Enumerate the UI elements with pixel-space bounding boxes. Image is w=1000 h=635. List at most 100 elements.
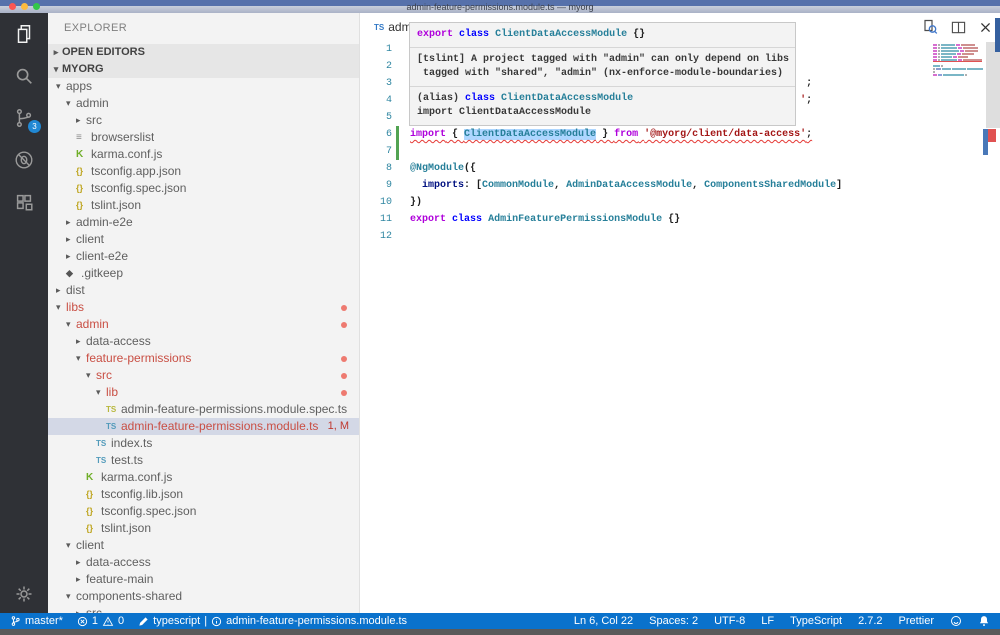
ts-file-icon: TS xyxy=(96,435,111,452)
hover-tooltip: export class ClientDataAccessModule {} [… xyxy=(409,22,796,126)
gutter-change-indicator xyxy=(392,228,401,245)
tree-item[interactable]: ▾apps xyxy=(48,78,359,95)
close-icon[interactable] xyxy=(979,21,992,34)
code-token: ClientDataAccessModule xyxy=(501,93,633,104)
search-icon[interactable] xyxy=(0,55,48,97)
tree-item-label: src xyxy=(86,112,102,129)
chevron-down-icon: ▾ xyxy=(66,316,76,333)
tree-item[interactable]: Kkarma.conf.js xyxy=(48,146,359,163)
tree-item[interactable]: ▾admin xyxy=(48,95,359,112)
tree-item[interactable]: TSadmin-feature-permissions.module.spec.… xyxy=(48,401,359,418)
tree-item[interactable]: ▸data-access xyxy=(48,554,359,571)
tree-item[interactable]: {}tslint.json xyxy=(48,520,359,537)
tree-item[interactable]: ▸client xyxy=(48,231,359,248)
tree-item[interactable]: ▾admin xyxy=(48,316,359,333)
tree-item[interactable]: TSindex.ts xyxy=(48,435,359,452)
tree-item[interactable]: ▾lib xyxy=(48,384,359,401)
tree-item[interactable]: {}tsconfig.spec.json xyxy=(48,503,359,520)
minimap-row xyxy=(933,59,983,61)
tree-item[interactable]: ▸src xyxy=(48,112,359,129)
extensions-icon[interactable] xyxy=(0,181,48,223)
tree-item[interactable]: ≡browserslist xyxy=(48,129,359,146)
code-token: {} xyxy=(662,214,680,225)
karma-file-icon: K xyxy=(76,146,91,163)
tree-item[interactable]: TStest.ts xyxy=(48,452,359,469)
tree-item[interactable]: {}tsconfig.spec.json xyxy=(48,180,359,197)
status-item[interactable]: Spaces: 2 xyxy=(649,615,698,627)
zoom-window-button[interactable] xyxy=(33,3,40,10)
code-line[interactable]: 10}) xyxy=(360,194,1000,211)
notifications-bell-icon[interactable] xyxy=(978,615,990,627)
minimap[interactable] xyxy=(933,44,983,80)
branch-label: master* xyxy=(25,615,63,627)
open-changes-icon[interactable] xyxy=(922,19,938,35)
tree-item[interactable]: ▸data-access xyxy=(48,333,359,350)
code-line-text: imports: [CommonModule, AdminDataAccessM… xyxy=(401,177,842,194)
tree-item[interactable]: Kkarma.conf.js xyxy=(48,469,359,486)
chevron-down-icon: ▾ xyxy=(86,367,96,384)
tree-item[interactable]: {}tslint.json xyxy=(48,197,359,214)
problems-status[interactable]: 1 0 xyxy=(77,615,124,627)
settings-gear-icon[interactable] xyxy=(0,585,48,603)
split-editor-icon[interactable] xyxy=(951,20,966,35)
linter-status[interactable]: typescript | admin-feature-permissions.m… xyxy=(138,615,407,627)
tree-item-label: dist xyxy=(66,282,85,299)
tree-item[interactable]: ▸admin-e2e xyxy=(48,214,359,231)
section-myorg[interactable]: ▾ MYORG xyxy=(48,61,359,78)
minimap-segment xyxy=(933,56,937,58)
tree-item[interactable]: {}tsconfig.lib.json xyxy=(48,486,359,503)
status-item[interactable]: TypeScript xyxy=(790,615,842,627)
tree-item-label: apps xyxy=(66,78,92,95)
minimap-segment xyxy=(952,68,967,70)
line-number: 8 xyxy=(360,160,392,177)
tree-item[interactable]: ◆.gitkeep xyxy=(48,265,359,282)
tree-item-label: feature-main xyxy=(86,571,153,588)
code-token: } xyxy=(596,129,614,140)
section-open-editors[interactable]: ▸ OPEN EDITORS xyxy=(48,44,359,61)
tree-item[interactable]: TSadmin-feature-permissions.module.ts1, … xyxy=(48,418,359,435)
tree-item[interactable]: ▸client-e2e xyxy=(48,248,359,265)
minimize-window-button[interactable] xyxy=(21,3,28,10)
tree-item[interactable]: ▾src xyxy=(48,367,359,384)
tree-item[interactable]: ▾client xyxy=(48,537,359,554)
code-token: { xyxy=(446,129,464,140)
code-area[interactable]: 123;4';56import { ClientDataAccessModule… xyxy=(360,41,1000,613)
tree-item[interactable]: ▾libs xyxy=(48,299,359,316)
minimap-segment xyxy=(958,47,962,49)
tree-item[interactable]: ▾feature-permissions xyxy=(48,350,359,367)
status-item[interactable]: Prettier xyxy=(899,615,934,627)
overview-ruler[interactable] xyxy=(986,42,1000,128)
close-window-button[interactable] xyxy=(9,3,16,10)
status-item[interactable]: LF xyxy=(761,615,774,627)
tree-item[interactable]: ▸feature-main xyxy=(48,571,359,588)
status-item[interactable]: UTF-8 xyxy=(714,615,745,627)
minimap-segment xyxy=(965,50,978,52)
minimap-segment xyxy=(963,47,978,49)
explorer-icon[interactable] xyxy=(0,13,48,55)
code-line[interactable]: 9 imports: [CommonModule, AdminDataAcces… xyxy=(360,177,1000,194)
alias-line: (alias) class ClientDataAccessModule xyxy=(417,92,788,106)
code-line[interactable]: 7 xyxy=(360,143,1000,160)
code-token: class xyxy=(465,93,495,104)
status-item[interactable]: Ln 6, Col 22 xyxy=(574,615,633,627)
source-control-icon[interactable]: 3 xyxy=(0,97,48,139)
code-token: @NgModule xyxy=(410,163,464,174)
code-line[interactable]: 8@NgModule({ xyxy=(360,160,1000,177)
status-item[interactable]: 2.7.2 xyxy=(858,615,882,627)
code-token: CommonModule xyxy=(482,180,554,191)
tss-file-icon: TS xyxy=(106,401,121,418)
tree-item[interactable]: {}tsconfig.app.json xyxy=(48,163,359,180)
minimap-segment xyxy=(938,74,942,76)
problem-dot xyxy=(341,373,347,379)
tree-item[interactable]: ▸dist xyxy=(48,282,359,299)
code-line[interactable]: 12 xyxy=(360,228,1000,245)
code-line[interactable]: 11export class AdminFeaturePermissionsMo… xyxy=(360,211,1000,228)
debug-icon[interactable] xyxy=(0,139,48,181)
code-line[interactable]: 6import { ClientDataAccessModule } from … xyxy=(360,126,1000,143)
tree-item[interactable]: ▸src xyxy=(48,605,359,613)
tree-item-label: tsconfig.spec.json xyxy=(91,180,186,197)
tree-item[interactable]: ▾components-shared xyxy=(48,588,359,605)
feedback-smiley-icon[interactable] xyxy=(950,615,962,627)
code-token: '@myorg/client/data-access' xyxy=(644,129,806,140)
git-branch-status[interactable]: master* xyxy=(10,615,63,627)
